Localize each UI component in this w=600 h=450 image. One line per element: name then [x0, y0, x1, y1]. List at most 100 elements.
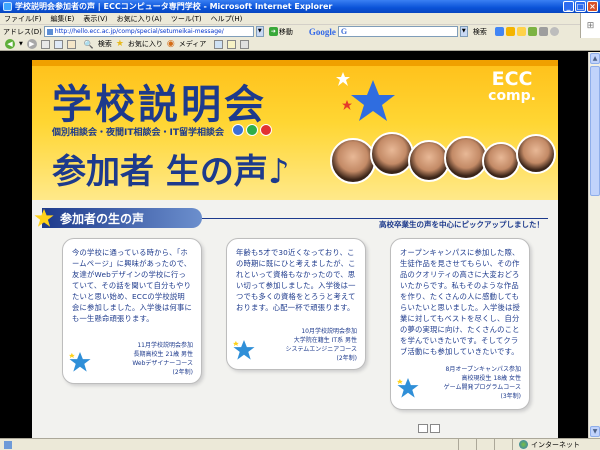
- scroll-up-icon[interactable]: ▲: [590, 53, 600, 64]
- ecc-comp-logo: ECC comp.: [488, 68, 536, 104]
- menu-bar: ファイル(F) 編集(E) 表示(V) お気に入り(A) ツール(T) ヘルプ(…: [0, 13, 600, 25]
- address-url: http://hello.ecc.ac.jp/comp/special/setu…: [54, 28, 224, 35]
- page-mini-buttons: [418, 424, 440, 433]
- media-icon[interactable]: ◉: [167, 39, 175, 49]
- small-star-icon: [336, 72, 350, 86]
- windows-logo-icon: ⊞: [580, 13, 600, 38]
- google-logo: Google: [308, 26, 336, 37]
- tiny-star-icon: [342, 100, 352, 110]
- go-button[interactable]: ➜ 移動: [268, 27, 293, 37]
- zone-label: インターネット: [531, 440, 580, 449]
- close-button[interactable]: ×: [587, 1, 598, 12]
- spellcheck-icon[interactable]: [527, 27, 537, 36]
- section-title: 参加者の生の声: [60, 212, 145, 226]
- card-star-icon: [69, 351, 91, 372]
- blue-dot-icon: [232, 124, 244, 136]
- back-button[interactable]: ◀: [5, 39, 15, 49]
- status-panel: [494, 439, 512, 450]
- red-dot-icon: [260, 124, 272, 136]
- page-done-icon: [4, 440, 12, 449]
- toolbar-favorites-button[interactable]: お気に入り: [128, 39, 163, 49]
- page-icon: [46, 28, 53, 35]
- mail-page-icon[interactable]: [430, 424, 440, 433]
- address-input[interactable]: http://hello.ecc.ac.jp/comp/special/setu…: [43, 26, 254, 37]
- window-title: 学校説明会参加者の声 | ECCコンピュータ専門学校 - Microsoft I…: [15, 2, 333, 11]
- standard-toolbar: ◀ ▼ ▶ 🔍 検索 ★ お気に入り ◉ メディア: [0, 38, 600, 51]
- mail-icon[interactable]: [227, 39, 237, 49]
- menu-favorites[interactable]: お気に入り(A): [117, 14, 162, 24]
- security-zone: インターネット: [512, 439, 600, 450]
- refresh-icon[interactable]: [53, 39, 63, 49]
- status-bar: インターネット: [0, 438, 600, 450]
- testimonial-attribution: 8月オープンキャンパス参加 高校現役生 18歳 女性 ゲーム開発プログラムコース…: [443, 366, 521, 400]
- page-viewport[interactable]: 学校説明会 個別相談会・夜間IT相談会・IT留学相談会 参加者 生の声♪ ECC…: [2, 52, 588, 438]
- student-photo: [516, 134, 556, 174]
- section-star-icon: [34, 208, 54, 227]
- testimonial-attribution: 10月学校説明会参加 大学院在籍生 IT系 男性 システムエンジニアコース (2…: [285, 328, 357, 362]
- maximize-button[interactable]: □: [575, 1, 586, 12]
- stop-icon[interactable]: [40, 39, 50, 49]
- banner-subtitle: 個別相談会・夜間IT相談会・IT留学相談会: [52, 128, 224, 138]
- google-g-icon: G: [340, 27, 348, 36]
- address-dropdown-icon[interactable]: ▼: [255, 26, 264, 37]
- green-dot-icon: [246, 124, 258, 136]
- google-search-button[interactable]: 検索: [473, 27, 487, 37]
- banner-title: 学校説明会: [52, 82, 267, 128]
- menu-help[interactable]: ヘルプ(H): [211, 14, 243, 24]
- address-label: アドレス(D): [3, 27, 42, 36]
- testimonial-card: 年齢も5才で30近くなっており、この時期に既にひと考えましたが、これといって資格…: [226, 238, 366, 370]
- card-star-icon: [233, 339, 255, 360]
- minimize-button[interactable]: _: [563, 1, 574, 12]
- window-title-bar[interactable]: 学校説明会参加者の声 | ECCコンピュータ専門学校 - Microsoft I…: [0, 0, 600, 13]
- menu-tools[interactable]: ツール(T): [171, 14, 202, 24]
- vertical-scrollbar[interactable]: ▲ ▼: [588, 52, 600, 438]
- student-photos: [322, 132, 558, 198]
- testimonial-text: オープンキャンパスに参加した際、生徒作品を見させてもらい、その作品のクオリティの…: [400, 248, 520, 356]
- go-arrow-icon: ➜: [268, 27, 278, 36]
- testimonial-text: 今の学校に通っている時から、「ホームページ」に興味があったので、友達がWebデザ…: [72, 248, 192, 323]
- student-photo: [330, 138, 376, 184]
- ie-icon: [3, 2, 12, 11]
- testimonial-card: オープンキャンパスに参加した際、生徒作品を見させてもらい、その作品のクオリティの…: [390, 238, 530, 410]
- hero-banner: 学校説明会 個別相談会・夜間IT相談会・IT留学相談会 参加者 生の声♪ ECC…: [32, 60, 558, 200]
- status-panel: [458, 439, 476, 450]
- search-icon[interactable]: 🔍: [84, 40, 94, 49]
- favorites-icon[interactable]: ★: [116, 39, 124, 49]
- bookmark-star-icon[interactable]: [516, 27, 526, 36]
- home-icon[interactable]: [66, 39, 76, 49]
- banner-title-2: 参加者 生の声♪: [52, 152, 290, 192]
- settings-icon[interactable]: [549, 27, 559, 36]
- google-dropdown-icon[interactable]: ▼: [459, 26, 468, 37]
- internet-globe-icon: [519, 440, 528, 449]
- address-bar: アドレス(D) http://hello.ecc.ac.jp/comp/spec…: [0, 25, 580, 38]
- student-photo: [482, 142, 520, 180]
- scroll-thumb[interactable]: [590, 66, 600, 196]
- testimonial-attribution: 11月学校説明会参加 長期高校生 21歳 男性 Webデザイナーコース (2年制…: [132, 342, 193, 376]
- toolbar-search-button[interactable]: 検索: [98, 39, 112, 49]
- menu-file[interactable]: ファイル(F): [4, 14, 42, 24]
- back-dropdown-icon[interactable]: ▼: [19, 41, 23, 47]
- testimonial-text: 年齢も5才で30近くなっており、この時期に既にひと考えましたが、これといって資格…: [236, 248, 356, 312]
- history-icon[interactable]: [214, 39, 224, 49]
- card-star-icon: [397, 377, 419, 398]
- consult-dots: [232, 124, 272, 136]
- scroll-down-icon[interactable]: ▼: [590, 426, 600, 437]
- google-search-input[interactable]: G: [337, 26, 458, 37]
- webpage: 学校説明会 個別相談会・夜間IT相談会・IT留学相談会 参加者 生の声♪ ECC…: [32, 60, 558, 438]
- testimonial-card: 今の学校に通っている時から、「ホームページ」に興味があったので、友達がWebデザ…: [62, 238, 202, 384]
- menu-view[interactable]: 表示(V): [83, 14, 107, 24]
- print-page-icon[interactable]: [418, 424, 428, 433]
- print-icon[interactable]: [240, 39, 250, 49]
- go-label: 移動: [278, 27, 293, 36]
- section-header: 参加者の生の声 高校卒業生の声を中心にピックアップしました！: [32, 208, 558, 229]
- section-subtitle: 高校卒業生の声を中心にピックアップしました！: [379, 220, 544, 229]
- star-icon: [351, 80, 395, 121]
- translate-icon[interactable]: [538, 27, 548, 36]
- google-options-icon[interactable]: [494, 27, 504, 36]
- forward-button[interactable]: ▶: [26, 39, 37, 49]
- status-panel: [476, 439, 494, 450]
- toolbar-media-button[interactable]: メディア: [179, 39, 207, 49]
- student-photo: [370, 132, 414, 176]
- menu-edit[interactable]: 編集(E): [51, 14, 75, 24]
- popup-blocker-icon[interactable]: [505, 27, 515, 36]
